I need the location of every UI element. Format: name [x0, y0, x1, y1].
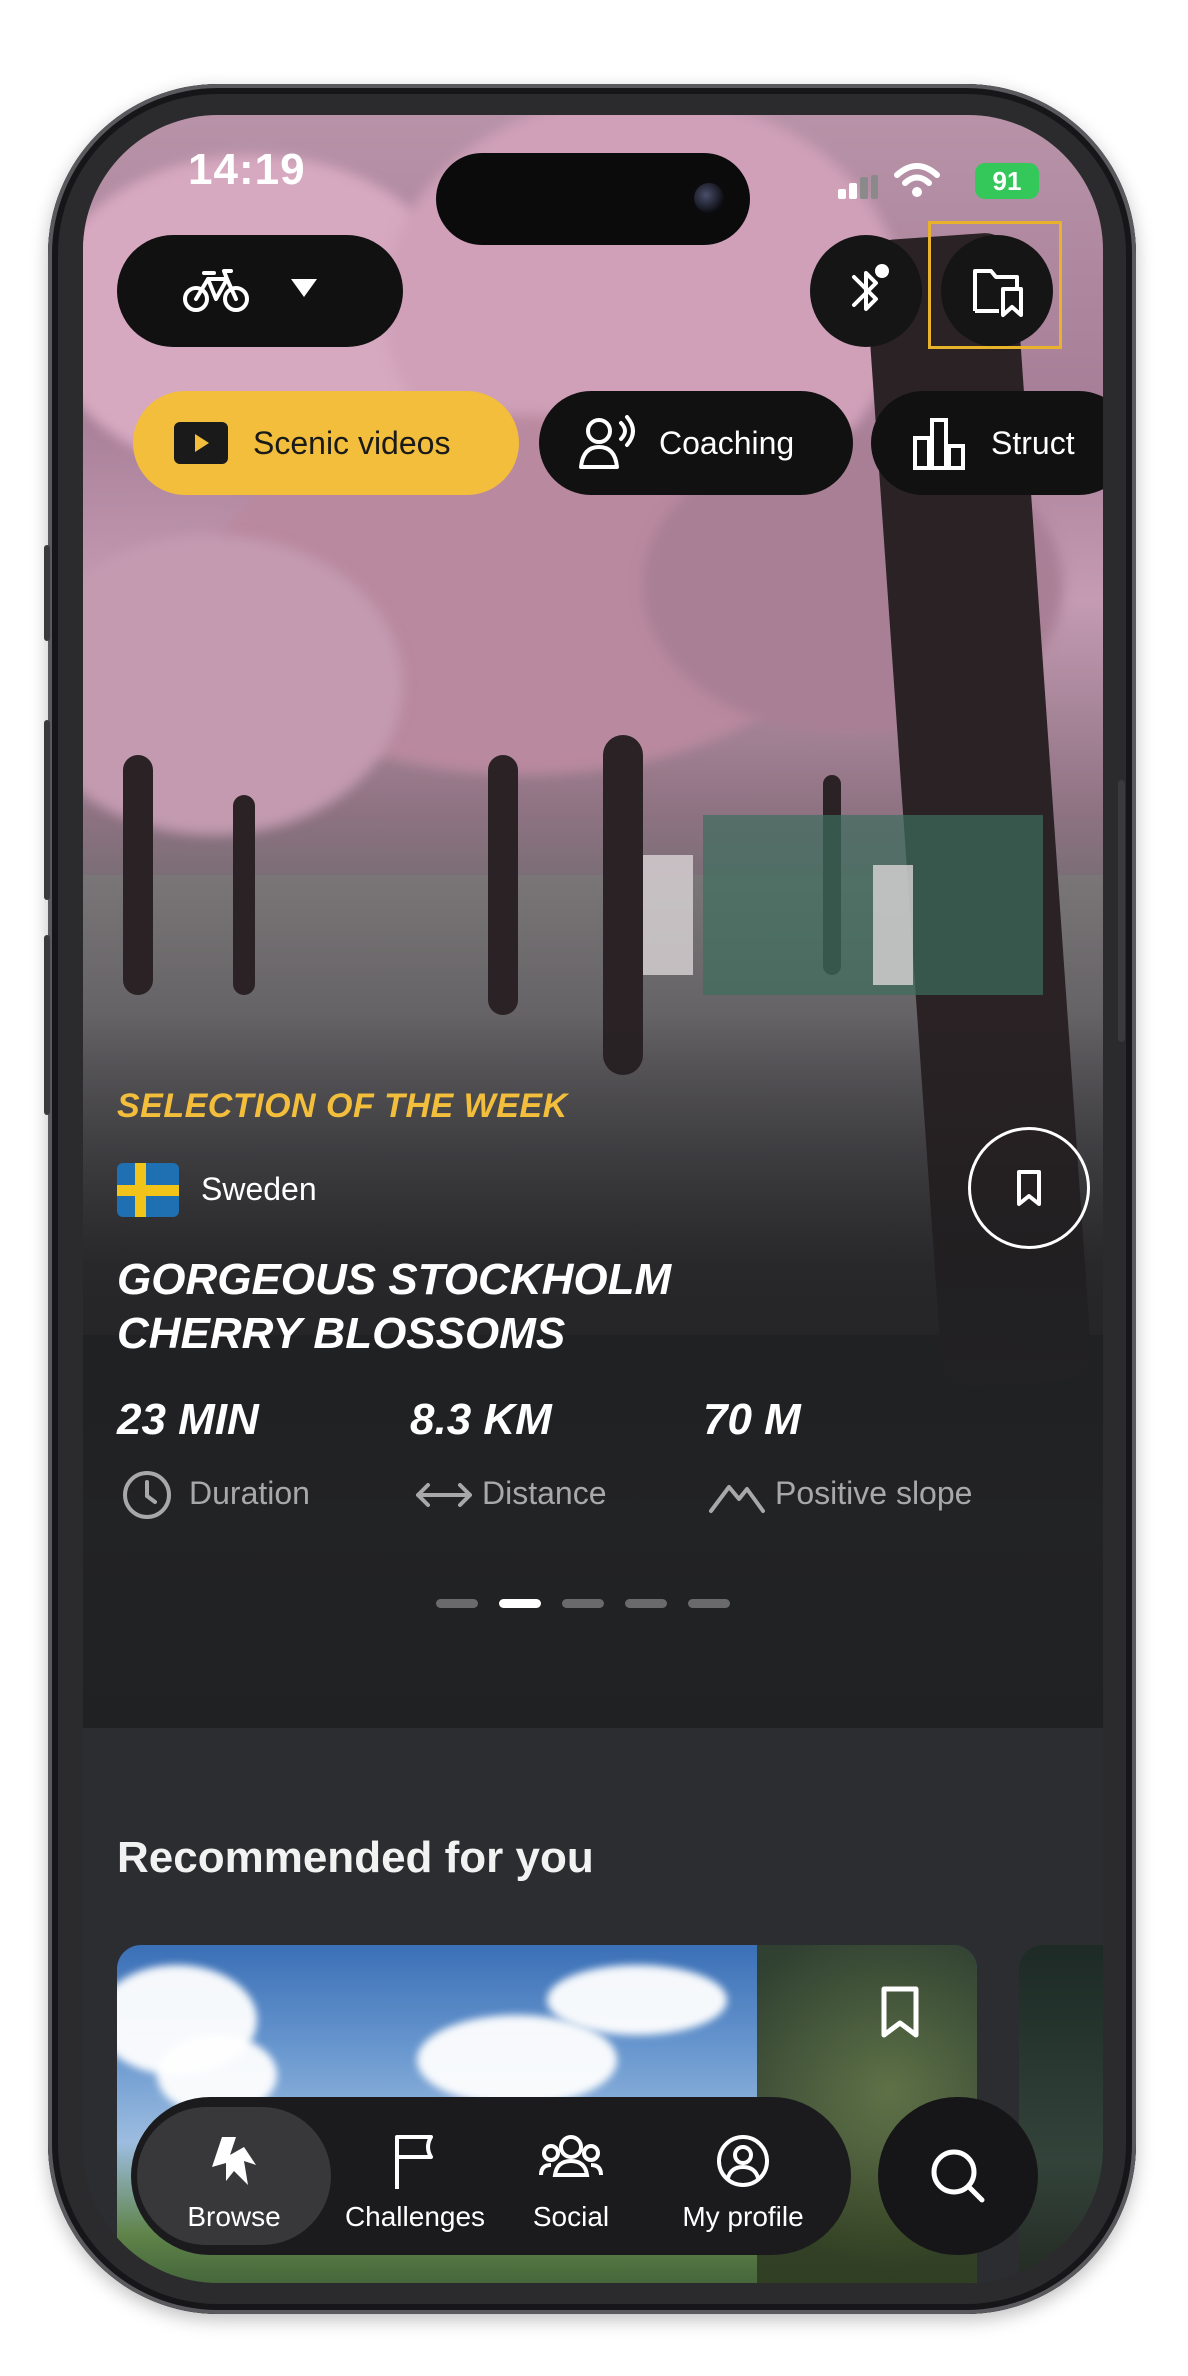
dynamic-island	[436, 153, 750, 245]
play-icon	[171, 413, 231, 473]
chip-structured[interactable]: Struct	[871, 391, 1103, 495]
people-icon	[539, 2135, 603, 2177]
arrows-horizontal-icon	[416, 1483, 472, 1507]
tab-label: Social	[532, 2201, 610, 2232]
featured-title[interactable]: GORGEOUS STOCKHOLM CHERRY BLOSSOMS	[117, 1253, 817, 1361]
battery-indicator: 91	[975, 163, 1039, 199]
bookmark-icon	[1017, 1170, 1041, 1206]
flag-icon	[395, 2135, 433, 2189]
mountain-icon	[709, 1485, 765, 1513]
volume-up-button	[44, 545, 50, 641]
tab-label: Challenges	[344, 2201, 486, 2232]
volume-down-button-2	[44, 935, 50, 1115]
cloud-decoration	[547, 1965, 727, 2035]
stat-duration: 23 MIN Duration	[117, 1395, 310, 1519]
stat-distance: 8.3 KM Distance	[410, 1395, 607, 1511]
tab-social[interactable]: Social	[511, 2097, 631, 2255]
stat-value: 8.3 KM	[410, 1395, 552, 1444]
bluetooth-button[interactable]	[810, 235, 922, 347]
sweden-flag-icon	[117, 1163, 179, 1217]
bookmark-button[interactable]	[968, 1127, 1090, 1249]
chip-label: Coaching	[659, 424, 795, 461]
tab-browse[interactable]: Browse	[137, 2097, 331, 2255]
stat-value: 70 M	[703, 1395, 801, 1444]
tab-profile[interactable]: My profile	[645, 2097, 841, 2255]
volume-down-button	[44, 720, 50, 900]
bar-chart-icon	[909, 413, 969, 473]
clock-icon	[123, 1471, 171, 1519]
stat-slope: 70 M Positive slope	[703, 1395, 972, 1513]
tab-label: Browse	[187, 2201, 281, 2232]
power-button	[1118, 780, 1125, 1042]
status-time: 14:19	[188, 145, 306, 194]
featured-title-line-1: GORGEOUS STOCKHOLM	[117, 1255, 672, 1304]
wifi-icon	[894, 163, 940, 197]
carousel-dot[interactable]	[562, 1599, 604, 1608]
chip-coaching[interactable]: Coaching	[539, 391, 853, 495]
tab-bar: Browse Challenges Social My profile	[131, 2097, 851, 2255]
carousel-dot-active[interactable]	[499, 1599, 541, 1608]
carousel-dot[interactable]	[436, 1599, 478, 1608]
coach-icon	[577, 413, 637, 473]
featured-title-line-2: CHERRY BLOSSOMS	[117, 1309, 566, 1358]
poster-decoration	[643, 855, 693, 975]
recommended-heading: Recommended for you	[117, 1833, 594, 1882]
carousel-dot[interactable]	[688, 1599, 730, 1608]
stat-label: Duration	[189, 1475, 310, 1511]
chip-label: Struct	[991, 424, 1075, 461]
carousel-dot[interactable]	[625, 1599, 667, 1608]
bluetooth-icon	[852, 264, 889, 311]
tree-trunk	[123, 755, 153, 995]
bike-type-selector[interactable]	[117, 235, 403, 347]
country-label: Sweden	[201, 1171, 317, 1207]
browse-icon	[212, 2137, 256, 2185]
card-bookmark-icon[interactable]	[878, 1985, 922, 2041]
battery-level: 91	[992, 166, 1022, 196]
chevron-down-icon	[291, 279, 317, 297]
focus-highlight	[928, 221, 1062, 349]
stat-label: Positive slope	[775, 1475, 973, 1511]
stat-value: 23 MIN	[117, 1395, 259, 1444]
tree-trunk	[233, 795, 255, 995]
bicycle-icon	[183, 269, 249, 312]
camera-icon	[694, 183, 724, 213]
cellular-signal-icon	[838, 175, 878, 199]
tree-trunk	[488, 755, 518, 1015]
poster-decoration	[873, 865, 913, 985]
profile-icon	[717, 2135, 769, 2187]
screen: 14:19 91 Scenic videos Coaching Struct S…	[83, 115, 1103, 2283]
search-icon	[931, 2149, 985, 2203]
tab-challenges[interactable]: Challenges	[337, 2097, 493, 2255]
chip-scenic-videos[interactable]: Scenic videos	[133, 391, 519, 495]
stat-label: Distance	[482, 1475, 607, 1511]
tab-label: My profile	[682, 2201, 804, 2232]
search-button[interactable]	[878, 2097, 1038, 2255]
selection-kicker: SELECTION OF THE WEEK	[117, 1087, 568, 1125]
chip-label: Scenic videos	[253, 424, 451, 461]
